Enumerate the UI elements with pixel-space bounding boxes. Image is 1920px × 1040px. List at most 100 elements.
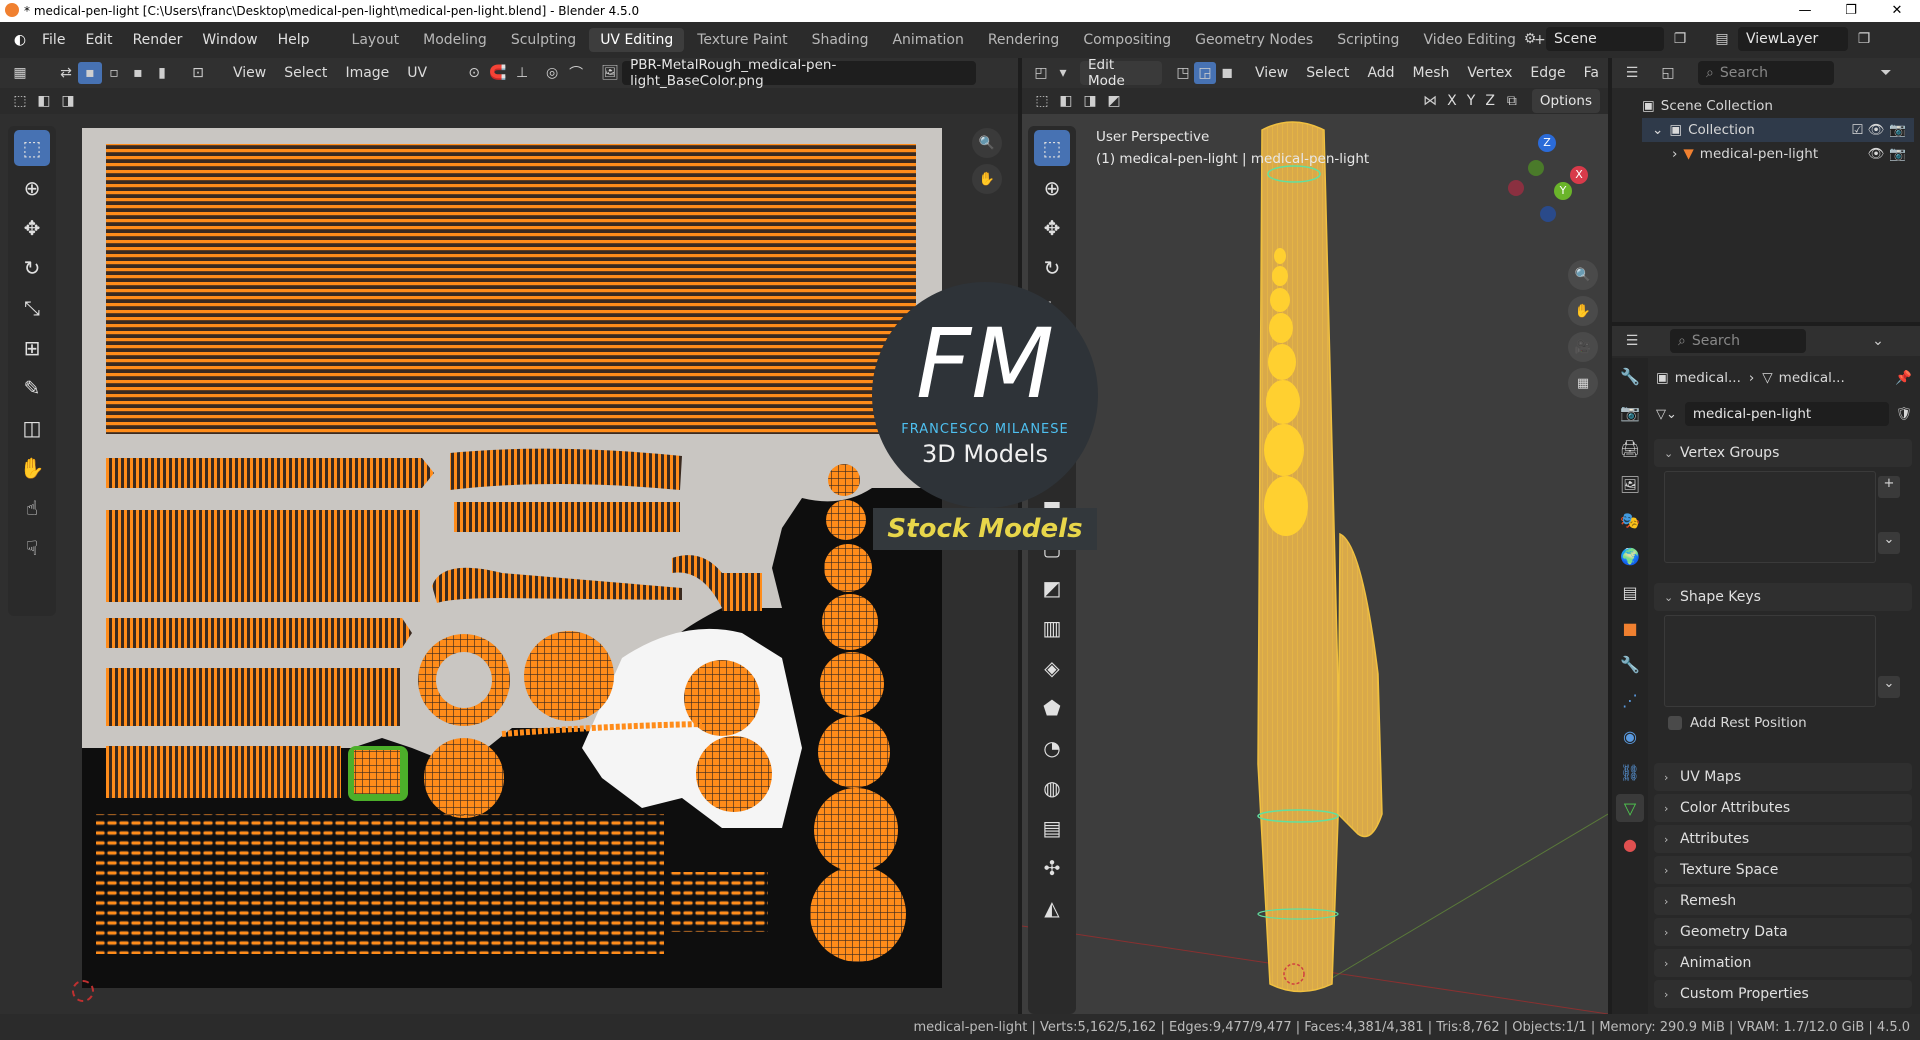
gizmo-neg-z[interactable] (1540, 206, 1556, 222)
editor-type-icon[interactable]: ▦ (8, 62, 32, 84)
rotate-tool[interactable]: ↻ (14, 250, 50, 286)
vp-move-tool[interactable]: ✥ (1034, 210, 1070, 246)
close-button[interactable]: ✕ (1874, 0, 1920, 22)
filter-icon[interactable]: ⏷ (1874, 62, 1898, 84)
tab-texture-paint[interactable]: Texture Paint (686, 28, 798, 52)
uv-sync-icon[interactable]: ⇄ (54, 62, 78, 84)
menu-file[interactable]: File (32, 32, 75, 48)
attributes-panel-header[interactable]: › Attributes (1654, 825, 1912, 853)
face-select-icon[interactable]: ▪ (126, 62, 150, 84)
vp-rip-tool[interactable]: ◭ (1034, 890, 1070, 926)
tab-animation[interactable]: Animation (881, 28, 974, 52)
remesh-panel-header[interactable]: › Remesh (1654, 887, 1912, 915)
vp-spin-tool[interactable]: ◔ (1034, 730, 1070, 766)
navigation-gizmo[interactable]: Z X Y (1502, 134, 1592, 224)
cursor-tool[interactable]: ⊕ (14, 170, 50, 206)
uv-maps-panel-header[interactable]: › UV Maps (1654, 763, 1912, 791)
view-layer-icon[interactable]: ▤ (1710, 28, 1734, 50)
shape-keys-list[interactable] (1664, 615, 1876, 707)
custom-properties-panel-header[interactable]: › Custom Properties (1654, 980, 1912, 1008)
mode-selector[interactable]: Edit Mode (1080, 57, 1162, 89)
tab-layout[interactable]: Layout (341, 28, 411, 52)
pin-icon[interactable]: 📌 (1895, 370, 1912, 386)
expand-icon[interactable]: ⌄ (1652, 122, 1663, 138)
menu-edit[interactable]: Edit (75, 32, 122, 48)
mirror-y-toggle[interactable]: Y (1462, 93, 1481, 109)
vp-zoom-icon[interactable]: 🔍 (1568, 260, 1598, 290)
gizmo-neg-x[interactable] (1508, 180, 1524, 196)
select-subtract-icon[interactable]: ◨ (56, 90, 80, 112)
outliner-object[interactable]: › ▼ medical-pen-light 👁 📷 (1642, 142, 1920, 166)
vp-knife-tool[interactable]: ◈ (1034, 650, 1070, 686)
tab-uv-editing[interactable]: UV Editing (589, 28, 685, 52)
pivot-icon[interactable]: ⊙ (462, 62, 486, 84)
vp-poly-build-tool[interactable]: ⬟ (1034, 690, 1070, 726)
tab-scripting[interactable]: Scripting (1326, 28, 1410, 52)
scale-tool[interactable]: ⤡ (14, 290, 50, 326)
move-tool[interactable]: ✥ (14, 210, 50, 246)
tab-sculpting[interactable]: Sculpting (500, 28, 587, 52)
texture-space-panel-header[interactable]: › Texture Space (1654, 856, 1912, 884)
menu-window[interactable]: Window (192, 32, 267, 48)
vp-select-box-tool[interactable]: ⬚ (1034, 130, 1070, 166)
select-box-tool[interactable]: ⬚ (14, 130, 50, 166)
gizmo-neg-y[interactable] (1528, 160, 1544, 176)
vertex-group-specials-button[interactable]: ⌄ (1878, 532, 1900, 554)
vp-bevel-tool[interactable]: ◩ (1034, 570, 1070, 606)
tab-compositing[interactable]: Compositing (1072, 28, 1182, 52)
grab-tool[interactable]: ✋ (14, 450, 50, 486)
animation-panel-header[interactable]: › Animation (1654, 949, 1912, 977)
tool-tab-icon[interactable]: 🔧 (1616, 362, 1644, 390)
properties-search[interactable]: ⌕ Search (1670, 329, 1806, 353)
viewport-canvas[interactable]: ⬚ ⊕ ✥ ↻ ⤡ ⊞ ✎ 📐 ▣ ⬒ ▢ ◩ ▥ ◈ ⬟ ◔ ◍ ▤ ✣ ◭ … (1022, 114, 1608, 1014)
island-select-icon[interactable]: ▮ (150, 62, 174, 84)
uv-menu-view[interactable]: View (224, 65, 275, 81)
uv-pan-icon[interactable]: ✋ (972, 164, 1002, 194)
vertex-mode-icon[interactable]: ◳ (1172, 62, 1194, 84)
image-browse-icon[interactable]: 🖼 (598, 62, 622, 84)
add-rest-position-checkbox[interactable] (1668, 716, 1682, 730)
viewport-select-invert-icon[interactable]: ◩ (1102, 90, 1126, 112)
shape-keys-panel-header[interactable]: ⌄ Shape Keys (1654, 583, 1912, 611)
mesh-name-field[interactable]: medical-pen-light (1684, 402, 1890, 426)
mirror-icon[interactable]: ⋈ (1418, 90, 1442, 112)
gizmo-z-axis[interactable]: Z (1538, 134, 1556, 152)
outliner-collection[interactable]: ⌄ ▣ Collection ☑ 👁 📷 (1642, 118, 1914, 142)
scene-icon[interactable]: ⚙ (1518, 28, 1542, 50)
vp-rotate-tool[interactable]: ↻ (1034, 250, 1070, 286)
view-layer-selector[interactable]: ViewLayer (1738, 27, 1848, 51)
options-dropdown[interactable]: Options (1531, 89, 1600, 113)
outliner-display-mode-icon[interactable]: ◱ (1656, 62, 1680, 84)
outliner-scene-collection[interactable]: ▣ Scene Collection (1642, 94, 1920, 118)
vertex-select-icon[interactable]: ▪ (78, 62, 102, 84)
vertex-groups-list[interactable] (1664, 471, 1876, 563)
edge-select-icon[interactable]: ▫ (102, 62, 126, 84)
select-extend-icon[interactable]: ◧ (32, 90, 56, 112)
new-scene-icon[interactable]: ❐ (1668, 28, 1692, 50)
face-mode-icon[interactable]: ◼ (1216, 62, 1238, 84)
snap-target-icon[interactable]: ⊥ (510, 62, 534, 84)
pinch-tool[interactable]: ☟ (14, 530, 50, 566)
mirror-z-toggle[interactable]: Z (1480, 93, 1500, 109)
viewport-select-extend-icon[interactable]: ◧ (1054, 90, 1078, 112)
falloff-icon[interactable]: ⌒ (564, 62, 588, 84)
tab-rendering[interactable]: Rendering (977, 28, 1071, 52)
vp-cursor-tool[interactable]: ⊕ (1034, 170, 1070, 206)
viewport-menu-select[interactable]: Select (1297, 65, 1358, 81)
outliner-type-icon[interactable]: ☰ (1620, 62, 1644, 84)
collection-visibility-icons[interactable]: ☑ 👁 📷 (1851, 118, 1906, 142)
viewport-select-subtract-icon[interactable]: ◨ (1078, 90, 1102, 112)
tab-shading[interactable]: Shading (801, 28, 880, 52)
vp-edge-slide-tool[interactable]: ▤ (1034, 810, 1070, 846)
shape-keys-specials-button[interactable]: ⌄ (1878, 676, 1900, 698)
menu-help[interactable]: Help (268, 32, 320, 48)
properties-options-icon[interactable]: ⌄ (1866, 330, 1890, 352)
viewport-menu-face[interactable]: Fa (1575, 65, 1608, 81)
annotate-tool[interactable]: ✎ (14, 370, 50, 406)
menu-render[interactable]: Render (123, 32, 193, 48)
fake-user-icon[interactable]: 🛡 (1895, 407, 1912, 422)
transform-tool[interactable]: ⊞ (14, 330, 50, 366)
viewport-select-new-icon[interactable]: ⬚ (1030, 90, 1054, 112)
vp-shrink-tool[interactable]: ✣ (1034, 850, 1070, 886)
select-mode-icon[interactable]: ⬚ (8, 90, 32, 112)
